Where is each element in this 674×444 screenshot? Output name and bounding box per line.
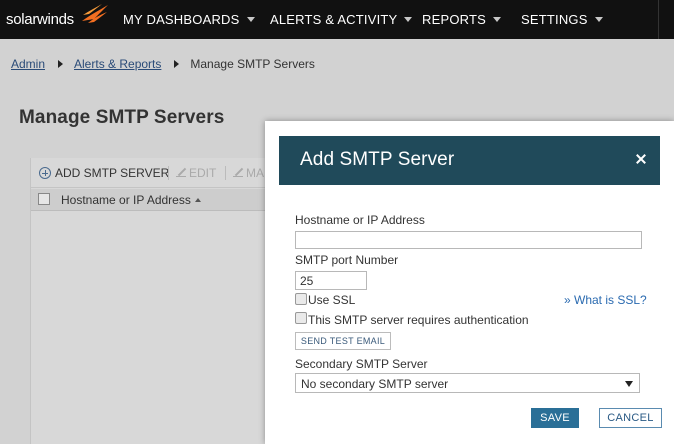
edit-button[interactable]: EDIT	[176, 166, 216, 180]
chevron-down-icon	[594, 17, 603, 23]
breadcrumb-admin[interactable]: Admin	[11, 57, 45, 71]
nav-reports[interactable]: REPORTS	[422, 12, 502, 27]
dialog-title: Add SMTP Server	[300, 149, 455, 170]
breadcrumb-current: Manage SMTP Servers	[190, 57, 315, 71]
breadcrumb-alerts-reports[interactable]: Alerts & Reports	[74, 57, 161, 71]
secondary-server-selected: No secondary SMTP server	[301, 377, 449, 391]
select-all-checkbox[interactable]	[38, 193, 50, 205]
dialog-header: Add SMTP Server	[279, 136, 660, 185]
hostname-label: Hostname or IP Address	[295, 213, 425, 227]
chevron-down-icon	[246, 17, 255, 23]
chevron-down-icon	[404, 17, 413, 23]
solarwinds-logo[interactable]: solarwinds	[6, 4, 108, 29]
nav-divider	[658, 0, 659, 39]
add-circle-icon	[39, 166, 51, 179]
logo-bird-icon	[82, 4, 108, 23]
grid-header-row: Hostname or IP Address	[31, 189, 291, 211]
close-icon[interactable]	[634, 152, 648, 166]
secondary-server-select[interactable]: No secondary SMTP server	[295, 373, 640, 393]
toolbar-divider	[168, 166, 169, 180]
top-nav-bar: solarwinds MY DASHBOARDS ALERTS & ACTIVI…	[0, 0, 674, 39]
port-input[interactable]	[295, 271, 367, 290]
add-smtp-server-dialog: Add SMTP Server Hostname or IP Address S…	[265, 121, 674, 444]
chevron-down-icon	[493, 17, 502, 23]
secondary-server-label: Secondary SMTP Server	[295, 357, 428, 371]
pencil-icon	[176, 167, 186, 177]
smtp-servers-grid: ADD SMTP SERVER EDIT MA Hostname or IP A…	[30, 158, 291, 444]
logo-text: solarwinds	[6, 10, 74, 28]
hostname-input[interactable]	[295, 231, 642, 249]
breadcrumb: Admin Alerts & Reports Manage SMTP Servers	[11, 57, 315, 71]
cancel-button[interactable]: CANCEL	[599, 408, 662, 428]
nav-alerts-activity[interactable]: ALERTS & ACTIVITY	[270, 12, 413, 27]
auth-checkbox[interactable]	[295, 312, 307, 324]
pencil-icon	[233, 167, 243, 177]
manage-button[interactable]: MA	[233, 166, 264, 180]
breadcrumb-arrow-icon	[58, 59, 64, 68]
page-title: Manage SMTP Servers	[19, 107, 225, 128]
what-is-ssl-link[interactable]: » What is SSL?	[564, 293, 647, 307]
send-test-email-button[interactable]: SEND TEST EMAIL	[295, 332, 391, 350]
nav-settings[interactable]: SETTINGS	[521, 12, 603, 27]
breadcrumb-arrow-icon	[174, 59, 180, 68]
nav-my-dashboards[interactable]: MY DASHBOARDS	[123, 12, 255, 27]
use-ssl-label[interactable]: Use SSL	[308, 293, 355, 307]
toolbar-divider	[225, 166, 226, 180]
add-smtp-server-button[interactable]: ADD SMTP SERVER	[39, 166, 169, 180]
auth-label[interactable]: This SMTP server requires authentication	[308, 313, 529, 327]
port-label: SMTP port Number	[295, 253, 399, 267]
sort-ascending-icon	[194, 197, 201, 202]
use-ssl-checkbox[interactable]	[295, 293, 307, 305]
column-header-hostname[interactable]: Hostname or IP Address	[61, 193, 201, 207]
grid-toolbar: ADD SMTP SERVER EDIT MA	[31, 158, 291, 188]
dropdown-arrow-icon	[625, 381, 633, 387]
save-button[interactable]: SAVE	[531, 408, 579, 428]
